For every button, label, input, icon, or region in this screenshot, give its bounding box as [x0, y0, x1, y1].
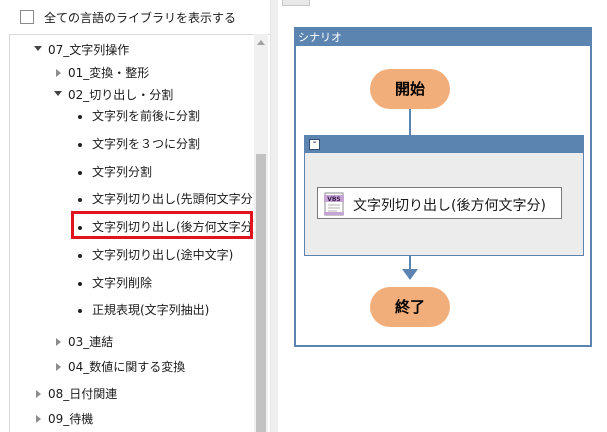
tree-leaf-substring-middle[interactable]: 文字列切り出し(途中文字) — [78, 246, 234, 264]
action-node[interactable]: VBS 文字列切り出し(後方何文字分) — [317, 187, 562, 219]
bullet-icon — [78, 309, 82, 313]
tree-item-label: 04_数値に関する変換 — [68, 360, 186, 374]
show-all-languages-label: 全ての言語のライブラリを表示する — [44, 11, 237, 25]
tree-folder-02[interactable]: 02_切り出し・分割 — [54, 86, 174, 104]
group-header: - — [305, 136, 583, 153]
collapsed-arrow-icon[interactable] — [36, 415, 41, 423]
tree-folder-01[interactable]: 01_変換・整形 — [56, 64, 150, 82]
tree-item-label: 文字列分割 — [92, 165, 153, 179]
collapsed-arrow-icon[interactable] — [36, 390, 41, 398]
start-node[interactable]: 開始 — [370, 69, 450, 109]
scroll-up-arrow-icon[interactable] — [257, 40, 265, 45]
collapsed-arrow-icon[interactable] — [56, 363, 61, 371]
collapse-button[interactable]: - — [309, 138, 320, 150]
tree-item-label: 08_日付関連 — [48, 387, 118, 401]
expanded-arrow-icon[interactable] — [54, 91, 62, 96]
scrollbar-thumb[interactable] — [256, 154, 266, 432]
tree-leaf-substring-head[interactable]: 文字列切り出し(先頭何文字分) — [78, 190, 258, 208]
tree-leaf-string-delete[interactable]: 文字列削除 — [78, 274, 153, 292]
tree-item-label: 文字列を３つに分割 — [92, 137, 201, 151]
tree-item-label: 03_連結 — [68, 335, 114, 349]
connector-line — [409, 109, 411, 135]
bullet-icon — [78, 171, 82, 175]
tree-folder-08[interactable]: 08_日付関連 — [36, 385, 118, 403]
tree-item-label: 文字列切り出し(先頭何文字分) — [92, 192, 258, 206]
bullet-icon — [78, 254, 82, 258]
selection-highlight — [71, 211, 253, 239]
editor-tab[interactable] — [282, 0, 310, 6]
bullet-icon — [78, 282, 82, 286]
tree-leaf-string-split[interactable]: 文字列分割 — [78, 163, 153, 181]
collapsed-arrow-icon[interactable] — [56, 338, 61, 346]
tree-folder-04[interactable]: 04_数値に関する変換 — [56, 358, 186, 376]
action-label: 文字列切り出し(後方何文字分) — [353, 198, 546, 214]
tree-leaf-split-front-back[interactable]: 文字列を前後に分割 — [78, 107, 201, 125]
tree-folder-07[interactable]: 07_文字列操作 — [34, 41, 130, 59]
tree-item-label: 正規表現(文字列抽出) — [92, 303, 210, 317]
scenario-title: シナリオ — [296, 29, 590, 46]
flow-arrow-icon — [402, 269, 418, 280]
vbs-script-icon: VBS — [324, 192, 344, 216]
show-all-languages-checkbox[interactable] — [20, 10, 34, 24]
vbs-icon-text: VBS — [327, 196, 341, 203]
panel-splitter[interactable] — [270, 0, 278, 432]
tree-item-label: 09_待機 — [48, 412, 94, 426]
tree-item-label: 01_変換・整形 — [68, 66, 150, 80]
tree-folder-03[interactable]: 03_連結 — [56, 333, 114, 351]
group-block[interactable]: - VBS 文字列切り出し(後方何文字分) — [304, 135, 584, 256]
scenario-canvas: シナリオ 開始 - VBS 文字列切り出し(後方何文字分) 終了 — [294, 27, 592, 347]
expanded-arrow-icon[interactable] — [34, 46, 42, 51]
show-all-languages-row[interactable]: 全ての言語のライブラリを表示する — [0, 0, 270, 34]
tree-item-label: 文字列を前後に分割 — [92, 109, 201, 123]
tree-leaf-split-three[interactable]: 文字列を３つに分割 — [78, 135, 201, 153]
scenario-editor: シナリオ 開始 - VBS 文字列切り出し(後方何文字分) 終了 — [278, 0, 607, 432]
collapsed-arrow-icon[interactable] — [56, 69, 61, 77]
bullet-icon — [78, 198, 82, 202]
tree-item-label: 02_切り出し・分割 — [68, 88, 174, 102]
tree-item-label: 文字列削除 — [92, 276, 153, 290]
end-node[interactable]: 終了 — [370, 287, 450, 327]
tree-folder-09[interactable]: 09_待機 — [36, 410, 94, 428]
bullet-icon — [78, 143, 82, 147]
bullet-icon — [78, 115, 82, 119]
tree-item-label: 文字列切り出し(途中文字) — [92, 248, 234, 262]
library-panel: 全ての言語のライブラリを表示する 07_文字列操作 01_変換・整形 02_切り… — [0, 0, 270, 432]
tree-leaf-regex-extract[interactable]: 正規表現(文字列抽出) — [78, 301, 210, 319]
tree-scrollbar[interactable] — [254, 34, 268, 432]
tree-item-label: 07_文字列操作 — [48, 43, 130, 57]
